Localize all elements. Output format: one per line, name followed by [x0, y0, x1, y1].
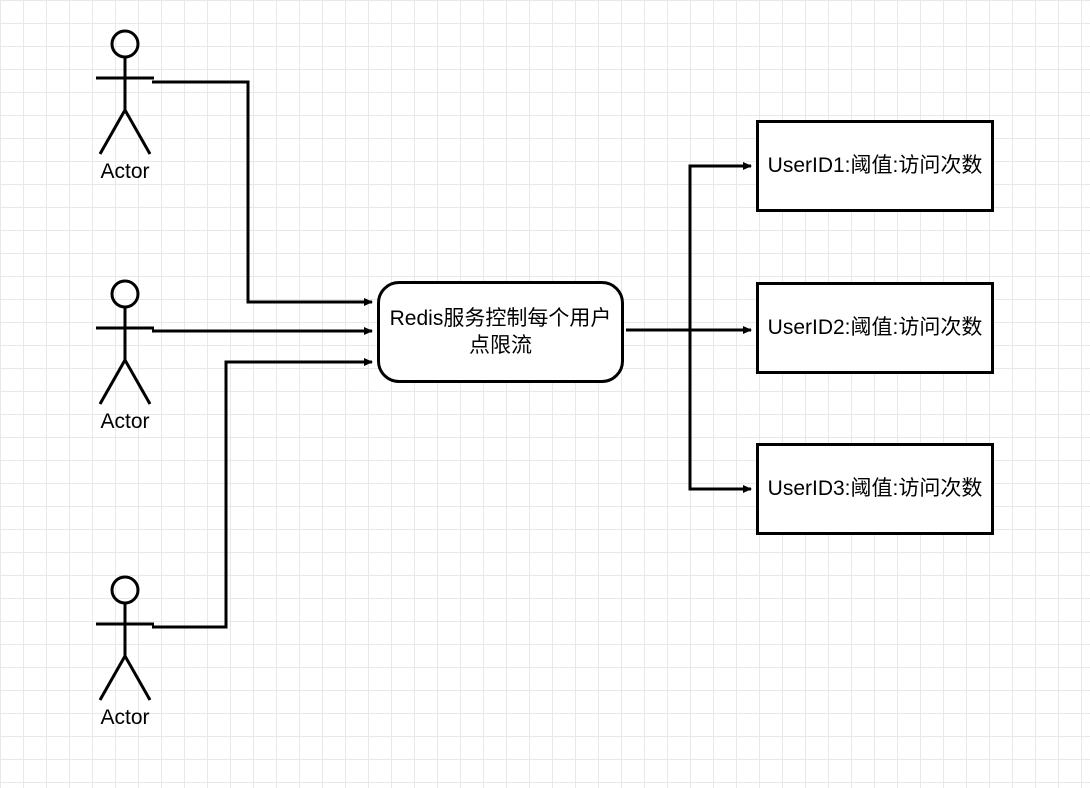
user-box-label: UserID1:阈值:访问次数	[768, 152, 983, 179]
actor-label: Actor	[85, 410, 165, 434]
actor-icon	[90, 574, 160, 704]
actor-label: Actor	[85, 160, 165, 184]
diagram-canvas: Actor Actor Actor Redis服务控制每个用户点限流 UserI…	[0, 0, 1090, 788]
user-box-3: UserID3:阈值:访问次数	[756, 443, 994, 535]
redis-label: Redis服务控制每个用户点限流	[388, 305, 613, 360]
user-box-label: UserID2:阈值:访问次数	[768, 314, 983, 341]
user-box-label: UserID3:阈值:访问次数	[768, 475, 983, 502]
actor-1: Actor	[85, 28, 165, 184]
redis-service-box: Redis服务控制每个用户点限流	[377, 281, 624, 383]
user-box-2: UserID2:阈值:访问次数	[756, 282, 994, 374]
actor-icon	[90, 278, 160, 408]
actor-icon	[90, 28, 160, 158]
user-box-1: UserID1:阈值:访问次数	[756, 120, 994, 212]
actor-3: Actor	[85, 574, 165, 730]
actor-2: Actor	[85, 278, 165, 434]
actor-label: Actor	[85, 706, 165, 730]
